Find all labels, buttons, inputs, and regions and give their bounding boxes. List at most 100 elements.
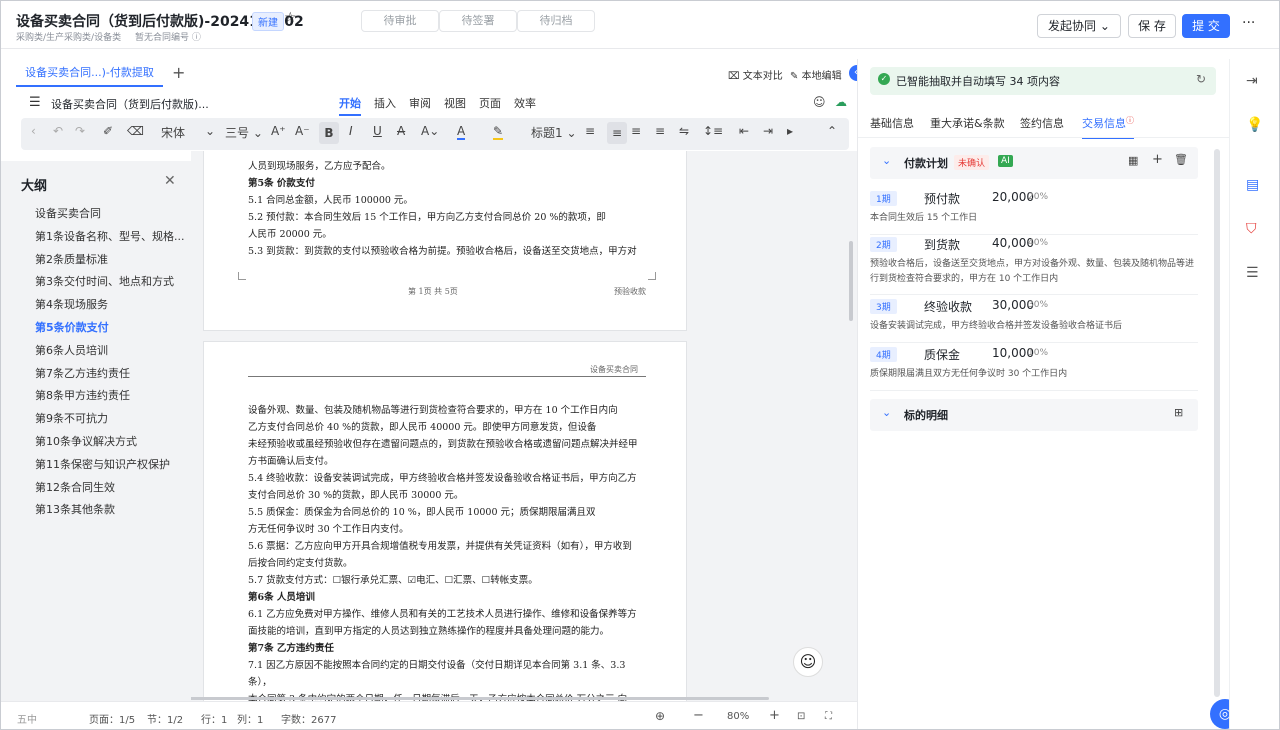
more-icon[interactable]: ··· <box>1242 15 1255 31</box>
highlight-icon[interactable]: ✎ <box>493 124 504 140</box>
expand-right-icon[interactable]: ⇥ <box>1246 73 1258 89</box>
shrink-font-icon[interactable]: A⁻ <box>295 124 310 138</box>
more-tools-icon[interactable]: ▸ <box>787 124 793 138</box>
outline-item[interactable]: 第3条交付时间、地点和方式 <box>35 273 174 289</box>
document-icon[interactable]: ▤ <box>1246 177 1259 193</box>
horizontal-scrollbar[interactable] <box>191 697 769 700</box>
payment-plan-item[interactable]: 1期 预付款 20,000 20% 本合同生效后 15 个工作日 <box>870 190 1198 235</box>
payment-plan-item[interactable]: 4期 质保金 10,000 10% 质保期限届满且双方无任何争议时 30 个工作日内 <box>870 346 1198 391</box>
outline-item[interactable]: 第11条保密与知识产权保护 <box>35 456 170 472</box>
chevron-down-icon: ⌄ <box>1099 19 1110 33</box>
zoom-level[interactable]: 80% <box>727 711 749 722</box>
grid-icon[interactable]: ⊞ <box>1174 406 1183 419</box>
collab-button[interactable]: 发起协同 ⌄ <box>1037 14 1121 38</box>
shield-icon[interactable]: ⛉ <box>1246 221 1257 237</box>
add-tab-button[interactable]: + <box>172 63 185 82</box>
fullscreen-icon[interactable]: ⛶ <box>825 711 832 722</box>
align-left-icon[interactable]: ≡ <box>585 124 595 138</box>
undo-icon[interactable]: ↶ <box>53 124 63 138</box>
add-icon[interactable]: + <box>1152 152 1163 167</box>
globe-icon[interactable]: ⊕ <box>655 709 665 723</box>
font-color-icon[interactable]: A <box>457 124 466 140</box>
menu-icon[interactable]: ☰ <box>29 95 41 110</box>
menu-page[interactable]: 页面 <box>479 95 501 111</box>
payment-plan-header[interactable]: ⌄ 付款计划 未确认 AI ▦ + 🗑 <box>870 147 1198 179</box>
text-effect-icon[interactable]: A⌄ <box>421 124 439 138</box>
menu-insert[interactable]: 插入 <box>374 95 396 111</box>
text-compare-button[interactable]: ⌧ 文本对比 <box>728 67 783 82</box>
menu-review[interactable]: 审阅 <box>409 95 431 111</box>
font-select[interactable]: 宋体 ⌄ <box>161 124 215 141</box>
clear-format-icon[interactable]: ⌫ <box>127 124 144 138</box>
refresh-icon[interactable]: ↻ <box>1196 72 1206 86</box>
status-pending-archive[interactable]: 待归档 <box>517 10 595 32</box>
local-edit-button[interactable]: ✎ 本地编辑 <box>790 67 842 82</box>
strikethrough-icon[interactable]: A <box>397 124 405 138</box>
outline-item[interactable]: 第5条价款支付 <box>35 319 109 335</box>
line-spacing-icon[interactable]: ↕≡ <box>703 124 723 138</box>
doc-line: 5.3 到货款：到货款的支付以预验收合格为前提。预验收合格后，设备送至交货地点，… <box>248 246 637 257</box>
lightbulb-icon[interactable]: 💡 <box>1246 117 1263 133</box>
grow-font-icon[interactable]: A⁺ <box>271 124 286 138</box>
outline-item[interactable]: 第9条不可抗力 <box>35 410 108 426</box>
tab-basic-info[interactable]: 基础信息 <box>870 115 914 131</box>
collapse-toolbar-icon[interactable]: ⌃ <box>827 124 837 138</box>
tab-signing-info[interactable]: 签约信息 <box>1020 115 1064 131</box>
delete-icon[interactable]: 🗑 <box>1174 153 1188 166</box>
page-footer: 第 1页 共 5页 <box>408 287 458 296</box>
tab-commitments[interactable]: 重大承诺&条款 <box>930 115 1005 131</box>
outline-item[interactable]: 第4条现场服务 <box>35 296 108 312</box>
menu-start[interactable]: 开始 <box>339 95 361 116</box>
submit-button[interactable]: 提 交 <box>1182 14 1230 38</box>
fit-page-icon[interactable]: ⊡ <box>797 711 805 722</box>
outline-item[interactable]: 第12条合同生效 <box>35 479 115 495</box>
outline-item[interactable]: 第8条甲方违约责任 <box>35 387 130 403</box>
list-icon[interactable]: ☰ <box>1246 265 1259 281</box>
status-pending-approval[interactable]: 待审批 <box>361 10 439 32</box>
outline-item[interactable]: 设备买卖合同 <box>35 205 101 221</box>
size-select[interactable]: 三号 ⌄ <box>225 124 263 141</box>
status-pending-sign[interactable]: 待签署 <box>439 10 517 32</box>
vertical-scrollbar[interactable] <box>849 241 853 321</box>
distribute-icon[interactable]: ⇋ <box>679 124 689 138</box>
outline-item[interactable]: 第10条争议解决方式 <box>35 433 137 449</box>
outline-item[interactable]: 第13条其他条款 <box>35 501 115 517</box>
save-button[interactable]: 保 存 <box>1128 14 1176 38</box>
star-icon[interactable]: ☆ <box>284 10 297 26</box>
panel-scrollbar[interactable] <box>1214 149 1220 697</box>
chevron-down-icon[interactable]: ⌄ <box>882 154 891 167</box>
zoom-out-icon[interactable]: − <box>693 708 704 723</box>
table-icon[interactable]: ▦ <box>1128 154 1138 167</box>
outline-item[interactable]: 第2条质量标准 <box>35 251 108 267</box>
indent-icon[interactable]: ⇥ <box>763 124 773 138</box>
subject-detail-header[interactable]: ⌄ 标的明细 ⊞ <box>870 399 1198 431</box>
redo-icon[interactable]: ↷ <box>75 124 85 138</box>
ai-assistant-icon[interactable]: ☺ <box>813 95 826 109</box>
underline-icon[interactable]: U <box>373 124 382 138</box>
italic-icon[interactable]: I <box>349 124 353 138</box>
heading-select[interactable]: 标题1 ⌄ <box>531 124 577 141</box>
chevron-down-icon[interactable]: ⌄ <box>882 406 891 419</box>
outline-item[interactable]: 第1条设备名称、型号、规格... <box>35 228 185 244</box>
outline-item[interactable]: 第6条人员培训 <box>35 342 108 358</box>
header-rule <box>248 376 646 377</box>
assistant-avatar-icon[interactable]: ☺ <box>793 647 823 677</box>
compare-icon: ⌧ <box>728 71 740 82</box>
cloud-sync-icon[interactable]: ☁ <box>835 95 847 109</box>
doc-tab-active[interactable]: 设备买卖合同...)-付款提取 <box>16 61 163 87</box>
outdent-icon[interactable]: ⇤ <box>739 124 749 138</box>
menu-view[interactable]: 视图 <box>444 95 466 111</box>
payment-plan-item[interactable]: 3期 终验收款 30,000 30% 设备安装调试完成，甲方终验收合格并签发设备验收合格… <box>870 298 1198 343</box>
align-right-icon[interactable]: ≡ <box>631 124 641 138</box>
format-painter-icon[interactable]: ✐ <box>103 124 113 138</box>
zoom-in-icon[interactable]: + <box>769 708 780 723</box>
payment-plan-item[interactable]: 2期 到货款 40,000 40% 预验收合格后，设备送至交货地点，甲方对设备外观、数量… <box>870 236 1198 295</box>
tab-transaction-info[interactable]: 交易信息ⓘ <box>1082 115 1134 139</box>
align-center-icon[interactable]: ≡ <box>607 122 627 144</box>
outline-item[interactable]: 第7条乙方违约责任 <box>35 365 130 381</box>
justify-icon[interactable]: ≡ <box>655 124 665 138</box>
prev-icon[interactable]: ‹ <box>31 124 36 138</box>
bold-icon[interactable]: B <box>319 122 339 144</box>
menu-efficiency[interactable]: 效率 <box>514 95 536 111</box>
close-icon[interactable]: ✕ <box>164 173 176 189</box>
